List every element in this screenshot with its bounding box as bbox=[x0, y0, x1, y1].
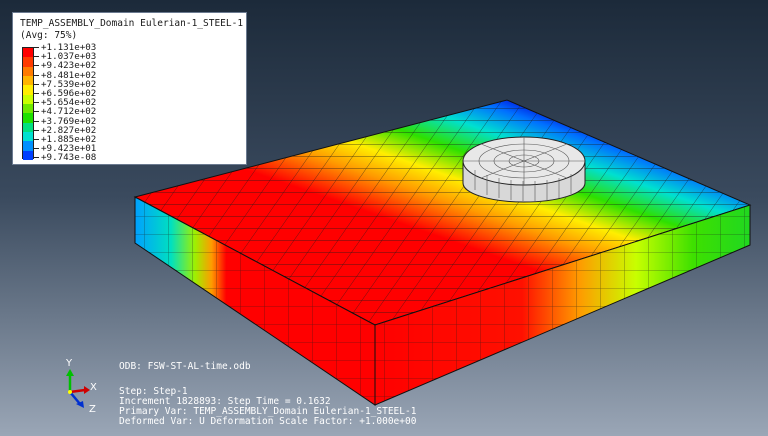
legend-band bbox=[23, 75, 33, 86]
deformed-var-label: Deformed Var: U Deformation Scale Factor… bbox=[119, 416, 417, 427]
legend-band bbox=[23, 131, 33, 142]
contour-legend: TEMP_ASSEMBLY_Domain Eulerian-1_STEEL-1 … bbox=[12, 12, 247, 165]
triad-y-label: Y bbox=[66, 358, 73, 369]
legend-band bbox=[23, 85, 33, 95]
legend-band bbox=[23, 122, 33, 132]
triad-z-label: Z bbox=[89, 404, 96, 415]
legend-band bbox=[23, 141, 33, 151]
legend-band bbox=[23, 113, 33, 123]
fsw-tool bbox=[462, 136, 586, 203]
legend-band bbox=[23, 48, 33, 58]
orientation-triad bbox=[66, 369, 90, 408]
legend-band bbox=[23, 66, 33, 76]
legend-band bbox=[23, 150, 33, 160]
legend-tick-labels: +1.131e+03 +1.037e+03 +9.423e+02 +8.481e+02… bbox=[34, 43, 96, 162]
legend-band bbox=[23, 103, 33, 114]
triad-x-label: X bbox=[90, 382, 97, 393]
legend-tick-label: +9.743e-08 bbox=[34, 153, 96, 162]
legend-band bbox=[23, 94, 33, 104]
legend-title: TEMP_ASSEMBLY_Domain Eulerian-1_STEEL-1 bbox=[20, 18, 244, 29]
legend-band bbox=[23, 57, 33, 67]
legend-color-bar bbox=[22, 47, 34, 160]
legend-subtitle: (Avg: 75%) bbox=[20, 30, 78, 41]
odb-filename: ODB: FSW-ST-AL-time.odb bbox=[119, 361, 251, 372]
